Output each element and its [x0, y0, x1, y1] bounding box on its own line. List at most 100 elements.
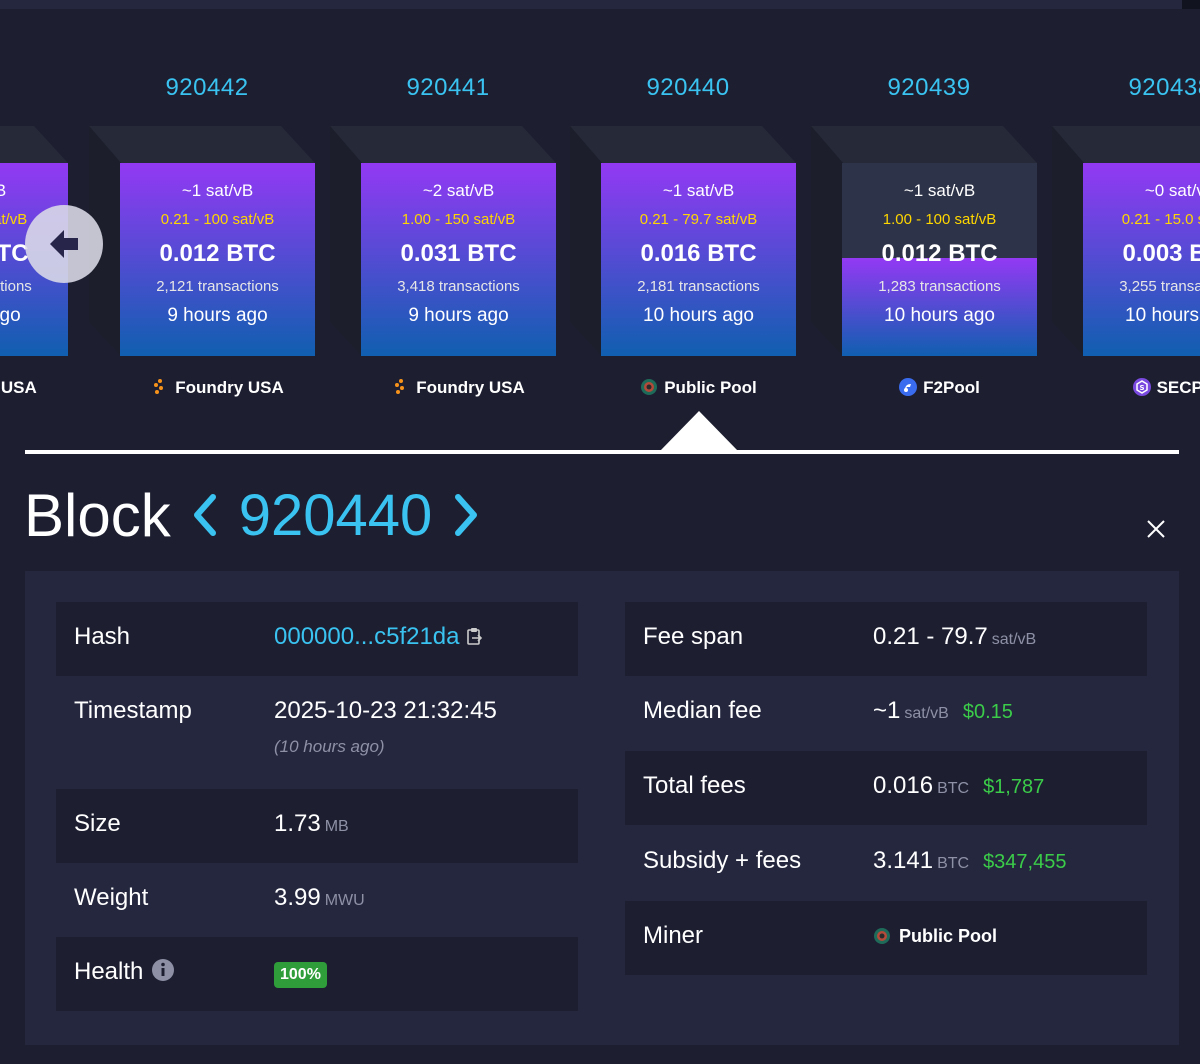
previous-block-button[interactable]	[185, 485, 225, 545]
copy-icon[interactable]	[466, 627, 484, 647]
scroll-left-button[interactable]	[25, 205, 103, 283]
block-number[interactable]: 920439	[811, 74, 1047, 102]
block-card[interactable]: 920442 ~1 sat/vB 0.21 - 100 sat/vB 0.012…	[89, 60, 319, 420]
block-cube-top	[570, 126, 796, 163]
block-pool-name: Foundry USA	[0, 378, 37, 397]
block-card[interactable]: 920438 ~0 sat/vB 0.21 - 15.0 sat/vB 0.00…	[1052, 60, 1200, 420]
block-pool[interactable]: F2Pool	[842, 378, 1037, 398]
chevron-left-icon	[193, 494, 216, 536]
subsidy-fees-usd: $347,455	[983, 851, 1067, 873]
median-fee-value: ~1 sat/vB $0.15	[873, 697, 1013, 725]
block-fee-range: 1.00 - 150 sat/vB	[401, 211, 516, 228]
public-pool-icon	[873, 927, 891, 945]
size-number: 1.73	[274, 810, 321, 837]
secpool-icon: S	[1132, 378, 1151, 396]
weight-unit: MWU	[324, 892, 365, 909]
total-fees-value: 0.016 BTC $1,787	[873, 772, 1044, 800]
timestamp-value: 2025-10-23 21:32:45	[274, 697, 497, 724]
size-unit: MB	[324, 818, 349, 835]
block-age: 10 hours ago	[884, 305, 995, 326]
detail-row-median-fee: Median fee ~1 sat/vB $0.15	[625, 676, 1147, 750]
page-title-word: Block	[24, 481, 171, 549]
block-age: 9 hours ago	[0, 305, 21, 326]
block-number[interactable]: 920440	[570, 74, 806, 102]
block-fee-range: 1.00 - 100 sat/vB	[882, 211, 997, 228]
detail-label-wrapper: Health	[74, 958, 274, 986]
top-bar	[0, 0, 1200, 9]
detail-label: Miner	[643, 922, 704, 949]
block-card[interactable]: 920441 ~2 sat/vB 1.00 - 150 sat/vB 0.031…	[330, 60, 560, 420]
detail-row-health: Health 100%	[56, 937, 578, 1011]
block-pool[interactable]: Foundry USA	[0, 378, 68, 398]
selected-block-pointer	[660, 411, 738, 451]
block-total-btc: 0.016 BTC	[640, 240, 757, 267]
chevron-right-icon	[455, 494, 478, 536]
close-icon[interactable]	[1144, 517, 1168, 541]
hash-link[interactable]: 000000...c5f21da	[274, 623, 460, 650]
block-cube-side	[811, 126, 843, 356]
block-cube-side	[1052, 126, 1084, 356]
block-cube-top	[0, 126, 68, 163]
block-fee-range: 0.21 - 100 sat/vB	[160, 211, 275, 228]
block-total-btc: 0.012 BTC	[881, 240, 998, 267]
block-card-selected[interactable]: 920440 ~1 sat/vB 0.21 - 79.7 sat/vB 0.01…	[570, 60, 800, 420]
block-cube-top	[89, 126, 315, 163]
page-title: Block 920440	[24, 480, 500, 550]
block-pool[interactable]: S SECPool	[1083, 378, 1200, 398]
detail-label: Total fees	[643, 772, 746, 799]
block-cube-front: ~0 sat/vB 0.21 - 15.0 sat/vB 0.003 BTC 3…	[1083, 163, 1200, 356]
block-card[interactable]: 920439 ~1 sat/vB 1.00 - 100 sat/vB 0.012…	[811, 60, 1041, 420]
detail-row-hash: Hash 000000...c5f21da	[56, 602, 578, 676]
detail-row-timestamp: Timestamp 2025-10-23 21:32:45 (10 hours …	[56, 676, 578, 789]
arrow-left-icon	[50, 230, 78, 258]
timestamp-relative: (10 hours ago)	[274, 737, 385, 756]
size-value: 1.73 MB	[274, 810, 349, 838]
timestamp-wrapper: 2025-10-23 21:32:45 (10 hours ago)	[274, 697, 497, 757]
detail-label: Timestamp	[74, 697, 192, 724]
block-number[interactable]: 920442	[89, 74, 325, 102]
block-pool[interactable]: Foundry USA	[361, 378, 556, 398]
median-fee-number: ~1	[873, 697, 901, 724]
block-total-btc: 0.003 BTC	[1122, 240, 1200, 267]
block-number[interactable]: 920438	[1052, 74, 1200, 102]
block-age: 10 hours ago	[1125, 305, 1200, 326]
detail-label: Weight	[74, 884, 149, 911]
detail-label: Hash	[74, 623, 131, 650]
foundry-icon	[392, 378, 410, 396]
block-tx-count: 2,181 transactions	[637, 278, 760, 295]
block-tx-count: 3,418 transactions	[397, 278, 520, 295]
foundry-icon	[151, 378, 169, 396]
total-fees-number: 0.016	[873, 772, 934, 799]
info-icon[interactable]	[151, 958, 175, 982]
miner-link[interactable]: Public Pool	[873, 926, 997, 947]
detail-row-weight: Weight 3.99 MWU	[56, 863, 578, 937]
block-details-panel: Hash 000000...c5f21da Timestamp 2025-10-…	[25, 571, 1179, 1045]
detail-row-subsidy-fees: Subsidy + fees 3.141 BTC $347,455	[625, 826, 1147, 900]
health-badge: 100%	[274, 962, 327, 988]
block-median-fee: ~1 sat/vB	[903, 181, 976, 200]
block-pool[interactable]: Public Pool	[601, 378, 796, 398]
block-cube-front: ~1 sat/vB 1.00 - 100 sat/vB 0.012 BTC 1,…	[842, 163, 1037, 356]
block-tx-count: 2,121 transactions	[156, 278, 279, 295]
fee-span-value: 0.21 - 79.7 sat/vB	[873, 623, 1036, 651]
detail-row-fee-span: Fee span 0.21 - 79.7 sat/vB	[625, 602, 1147, 676]
block-cube-front: ~1 sat/vB 0.21 - 100 sat/vB 0.012 BTC 2,…	[120, 163, 315, 356]
detail-row-total-fees: Total fees 0.016 BTC $1,787	[625, 751, 1147, 825]
divider	[25, 450, 1179, 454]
block-pool-name: Foundry USA	[416, 378, 525, 397]
block-tx-count: 3,255 transactions	[1119, 278, 1200, 295]
block-pool[interactable]: Foundry USA	[120, 378, 315, 398]
block-cube-top	[811, 126, 1037, 163]
block-number[interactable]: 920441	[330, 74, 566, 102]
block-age: 10 hours ago	[643, 305, 754, 326]
hash-value-wrapper: 000000...c5f21da	[274, 623, 484, 651]
block-cube-front: ~2 sat/vB 1.00 - 150 sat/vB 0.031 BTC 3,…	[361, 163, 556, 356]
block-height: 920440	[238, 482, 433, 548]
detail-label: Subsidy + fees	[643, 847, 802, 874]
block-pool-name: Public Pool	[664, 378, 757, 397]
subsidy-fees-number: 3.141	[873, 847, 934, 874]
weight-number: 3.99	[274, 884, 321, 911]
median-fee-usd: $0.15	[962, 701, 1013, 723]
median-fee-unit: sat/vB	[904, 705, 949, 722]
next-block-button[interactable]	[446, 485, 486, 545]
